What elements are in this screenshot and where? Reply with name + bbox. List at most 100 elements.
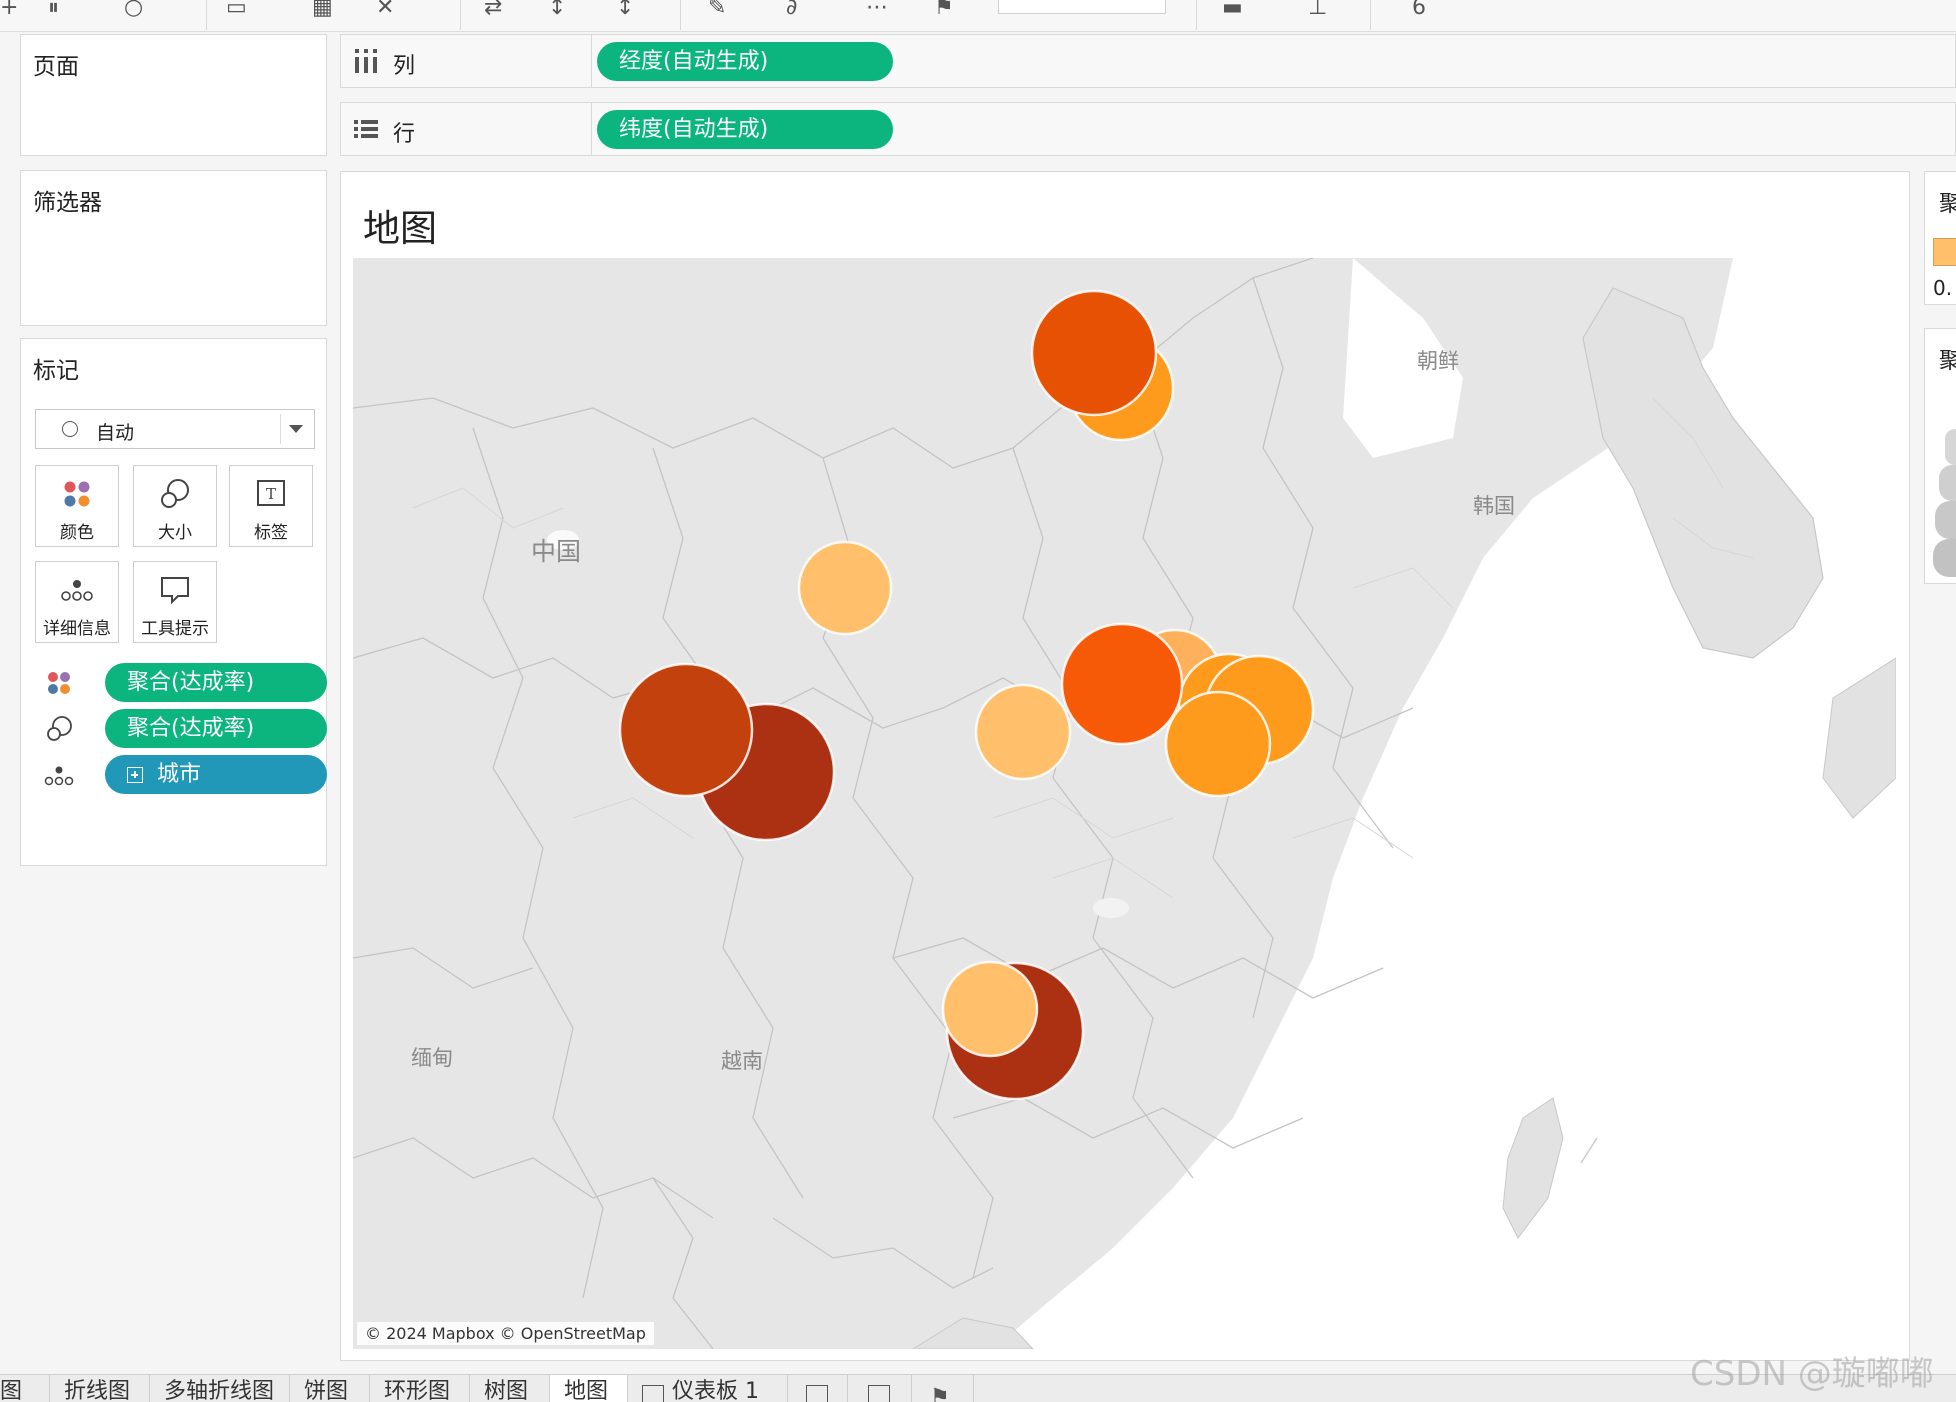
city-bubble[interactable] — [1030, 289, 1158, 417]
columns-shelf[interactable]: 列 经度(自动生成) — [340, 34, 1956, 88]
size-label: 大小 — [158, 523, 192, 543]
map-label-north-korea: 朝鲜 — [1417, 349, 1459, 373]
tooltip-icon — [161, 577, 189, 605]
color-legend[interactable]: 聚 0. — [1924, 171, 1956, 305]
size-legend-swatch — [1939, 465, 1956, 501]
size-button[interactable]: 大小 — [133, 465, 217, 547]
size-icon — [47, 716, 72, 741]
size-legend-swatch — [1933, 539, 1956, 577]
group-icon[interactable]: ∂ — [786, 0, 797, 20]
toolbar: + ⏸ ○ ▭ ▦ ✕ ⇄ ↕ ↕ ✎ ∂ ⋯ ⚑ ▬ ⊥ 6 — [0, 0, 1956, 32]
color-label: 颜色 — [60, 523, 94, 543]
new-story-icon: ⚑ — [930, 1385, 950, 1402]
svg-text:T: T — [266, 485, 276, 503]
detail-label: 详细信息 — [43, 619, 111, 639]
duplicate-icon[interactable]: ▦ — [312, 0, 333, 20]
sort-desc-icon[interactable]: ↕ — [616, 0, 634, 20]
pages-title: 页面 — [33, 54, 79, 80]
basemap: 中国 朝鲜 韩国 缅甸 越南 — [353, 258, 1896, 1349]
sheet-view: 地图 中国 朝鲜 韩国 缅甸 越南 © 2024 Mapbox © OpenSt… — [340, 171, 1910, 1361]
new-sheet-icon[interactable]: ▭ — [226, 0, 247, 20]
label-label: 标签 — [254, 523, 288, 543]
legend-color-swatch — [1933, 238, 1956, 266]
rows-shelf[interactable]: 行 纬度(自动生成) — [340, 102, 1956, 156]
detail-field-pill[interactable]: 城市 — [105, 755, 327, 794]
mark-type-value: 自动 — [96, 422, 135, 444]
city-bubble[interactable] — [797, 540, 893, 636]
tab-dual-axis-line-chart[interactable]: 多轴折线图 — [150, 1375, 290, 1402]
city-bubble[interactable] — [974, 683, 1072, 781]
pin-icon[interactable]: ⚑ — [934, 0, 954, 20]
latitude-pill[interactable]: 纬度(自动生成) — [597, 110, 893, 149]
presentation-icon[interactable]: ▬ — [1222, 0, 1243, 20]
tab-line-chart[interactable]: 折线图 — [50, 1375, 150, 1402]
circle-mark-icon — [62, 421, 78, 437]
size-icon — [161, 479, 189, 508]
tab-dashboard-label: 仪表板 1 — [672, 1379, 759, 1402]
filters-panel[interactable]: 筛选器 — [20, 170, 327, 326]
add-icon[interactable]: + — [0, 0, 18, 20]
tooltip-label: 工具提示 — [141, 619, 209, 639]
new-dashboard-icon — [868, 1385, 890, 1402]
size-field-pill[interactable]: 聚合(达成率) — [105, 709, 327, 748]
clear-sheet-icon[interactable]: ✕ — [376, 0, 394, 20]
size-legend-swatch — [1945, 429, 1956, 465]
map-canvas[interactable]: 中国 朝鲜 韩国 缅甸 越南 © 2024 Mapbox © OpenStree… — [353, 258, 1896, 1349]
share-icon[interactable]: 6 — [1412, 0, 1426, 20]
detail-field-label: 城市 — [157, 762, 202, 787]
detail-button[interactable]: 详细信息 — [35, 561, 119, 643]
fit-dropdown[interactable] — [998, 0, 1166, 14]
pages-panel[interactable]: 页面 — [20, 34, 327, 156]
size-legend[interactable]: 聚 — [1924, 328, 1956, 584]
new-story-tab[interactable]: ⚑ — [912, 1375, 974, 1402]
map-label-south-korea: 韩国 — [1473, 494, 1515, 518]
filters-title: 筛选器 — [33, 190, 102, 216]
city-bubble[interactable] — [618, 662, 754, 798]
tab-map[interactable]: 地图 — [550, 1375, 628, 1402]
sheet-title: 地图 — [363, 207, 437, 250]
color-icon — [48, 672, 70, 694]
sheet-tab-bar: 图 折线图 多轴折线图 饼图 环形图 树图 地图 仪表板 1 ⚑ — [0, 1374, 1956, 1402]
sort-asc-icon[interactable]: ↕ — [548, 0, 566, 20]
tab-pie-chart[interactable]: 饼图 — [290, 1375, 370, 1402]
rows-icon — [354, 120, 378, 138]
city-bubble[interactable] — [941, 960, 1039, 1058]
mark-type-dropdown[interactable]: 自动 — [35, 409, 315, 449]
new-worksheet-tab[interactable] — [788, 1375, 848, 1402]
expand-box-icon[interactable] — [127, 767, 143, 783]
show-me-icon[interactable]: ⊥ — [1308, 0, 1327, 20]
highlight-icon[interactable]: ✎ — [708, 0, 726, 20]
label-icon: T — [257, 480, 285, 506]
circle-icon[interactable]: ○ — [124, 0, 143, 20]
label-toggle-icon[interactable]: ⋯ — [866, 0, 888, 20]
tab-sheet[interactable]: 图 — [0, 1375, 50, 1402]
rows-label: 行 — [393, 122, 416, 147]
map-label-vietnam: 越南 — [721, 1049, 763, 1073]
map-label-china: 中国 — [531, 537, 581, 566]
color-legend-title: 聚 — [1939, 192, 1956, 217]
chevron-down-icon[interactable] — [289, 425, 303, 433]
tooltip-button[interactable]: 工具提示 — [133, 561, 217, 643]
color-button[interactable]: 颜色 — [35, 465, 119, 547]
dashboard-icon — [642, 1385, 664, 1402]
size-legend-swatch — [1935, 501, 1956, 539]
pause-icon[interactable]: ⏸ — [48, 0, 59, 20]
city-bubble[interactable] — [1060, 622, 1184, 746]
new-worksheet-icon — [806, 1385, 828, 1402]
longitude-pill[interactable]: 经度(自动生成) — [597, 42, 893, 81]
tableau-workspace: + ⏸ ○ ▭ ▦ ✕ ⇄ ↕ ↕ ✎ ∂ ⋯ ⚑ ▬ ⊥ 6 页面 筛选器 标… — [0, 0, 1956, 1402]
color-field-pill[interactable]: 聚合(达成率) — [105, 663, 327, 702]
city-bubble[interactable] — [1164, 690, 1272, 798]
detail-icon — [44, 766, 74, 786]
tab-dashboard[interactable]: 仪表板 1 — [628, 1375, 788, 1402]
detail-icon — [61, 580, 93, 601]
legend-min-value: 0. — [1933, 276, 1953, 300]
marks-title: 标记 — [33, 358, 79, 384]
columns-label: 列 — [393, 54, 416, 79]
tab-treemap[interactable]: 树图 — [470, 1375, 550, 1402]
swap-icon[interactable]: ⇄ — [484, 0, 502, 20]
map-attribution[interactable]: © 2024 Mapbox © OpenStreetMap — [357, 1322, 654, 1345]
tab-donut-chart[interactable]: 环形图 — [370, 1375, 470, 1402]
label-button[interactable]: T 标签 — [229, 465, 313, 547]
new-dashboard-tab[interactable] — [848, 1375, 912, 1402]
